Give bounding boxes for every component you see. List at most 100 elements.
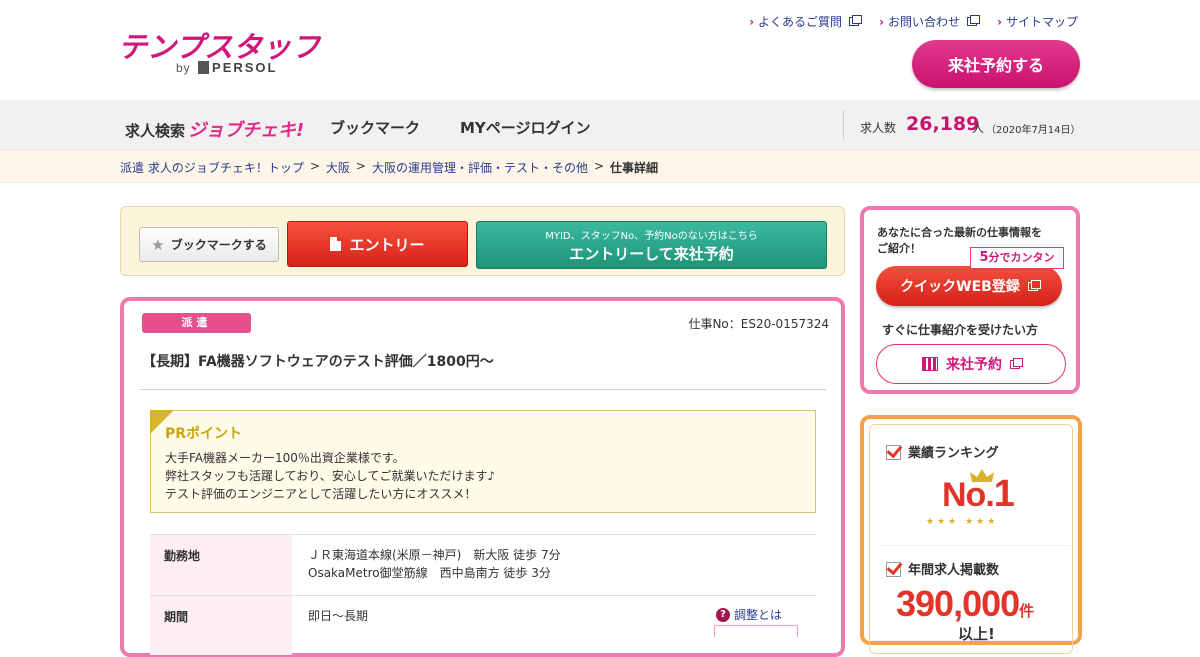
five-minutes-tag: 5分でカンタン <box>970 247 1064 269</box>
row-value-location: ＪＲ東海道本線(米原－神戸) 新大阪 徒歩 7分 OsakaMetro御堂筋線 … <box>292 535 816 595</box>
job-type-badge: 派遣 <box>142 313 251 333</box>
jobcheck-logo: ジョブチェキ! <box>188 120 305 141</box>
bookmark-button[interactable]: ★ ブックマークする <box>139 227 279 262</box>
listing-heading-label: 年間求人掲載数 <box>908 563 1000 578</box>
listing-count: 390,000件 <box>896 583 1034 625</box>
persol-logo: by PERSOL <box>176 60 278 75</box>
location-line: ＪＲ東海道本線(米原－神戸) 新大阪 徒歩 7分 <box>308 548 561 562</box>
chevron-right-icon: › <box>997 14 1002 29</box>
stars-decoration: ★★★ ★★★ <box>926 517 999 527</box>
listing-unit: 件 <box>1019 603 1034 620</box>
visit-reserve-button[interactable]: 来社予約する <box>912 40 1080 88</box>
job-count-unit: 人 <box>972 121 985 135</box>
logo-brand: PERSOL <box>212 60 278 75</box>
quick-register-label: クイックWEB登録 <box>900 279 1020 295</box>
adjust-box <box>714 625 798 637</box>
row-label-location: 勤務地 <box>150 535 292 595</box>
entry-button[interactable]: エントリー <box>287 221 468 267</box>
rank-no-prefix: No. <box>942 476 995 514</box>
chevron-right-icon: › <box>749 14 755 29</box>
contact-label: お問い合わせ <box>888 15 961 29</box>
job-count-date: （2020年7月14日） <box>986 125 1081 136</box>
table-row: 勤務地 ＪＲ東海道本線(米原－神戸) 新大阪 徒歩 7分 OsakaMetro御… <box>150 534 816 595</box>
ranking-heading-label: 業績ランキング <box>908 446 999 461</box>
breadcrumb-top[interactable]: 派遣 求人のジョブチェキ！トップ <box>120 159 304 176</box>
breadcrumb-separator: > <box>593 159 605 173</box>
visit-reserve-side-label: 来社予約 <box>946 357 1002 373</box>
building-icon <box>922 357 938 371</box>
nav-divider <box>843 110 844 140</box>
chevron-right-icon: › <box>879 14 885 29</box>
entry-reserve-sublabel: MYID、スタッフNo、予約Noのない方はこちら <box>545 231 758 242</box>
faq-label: よくあるご質問 <box>758 15 843 29</box>
ranking-no1: No.1 <box>942 473 1015 516</box>
persol-mark-icon <box>198 61 210 74</box>
breadcrumb: 派遣 求人のジョブチェキ！トップ > 大阪 > 大阪の運用管理・評価・テスト・そ… <box>0 150 1200 183</box>
listing-value: 390,000 <box>896 583 1020 624</box>
breadcrumb-category[interactable]: 大阪の運用管理・評価・テスト・その他 <box>372 159 588 176</box>
ranking-inner: 業績ランキング No.1 ★★★ ★★★ 年間求人掲載数 390,000件 以上… <box>869 424 1073 654</box>
site-header: テンプスタッフ by PERSOL › よくあるご質問 › お問い合わせ › サイトマ… <box>0 0 1200 100</box>
external-window-icon <box>1027 279 1041 291</box>
faq-link[interactable]: › よくあるご質問 <box>749 13 863 30</box>
nav-mypage-login[interactable]: MYページログイン <box>460 117 591 138</box>
quick-register-panel: あなたに合った最新の仕事情報を ご紹介！ クイックWEB登録 5分でカンタン すぐ… <box>860 206 1080 394</box>
ranking-divider <box>880 545 1070 546</box>
tag-text: 分でカンタン <box>988 251 1055 264</box>
contact-link[interactable]: › お問い合わせ <box>879 13 981 30</box>
breadcrumb-osaka[interactable]: 大阪 <box>326 159 350 176</box>
pr-line: 大手FA機器メーカー100％出資企業様です。 <box>165 451 405 465</box>
title-divider <box>140 389 826 390</box>
check-icon <box>886 445 901 460</box>
adjust-label: 調整とは <box>733 608 782 622</box>
breadcrumb-current: 仕事詳細 <box>610 161 659 175</box>
check-icon <box>886 562 901 577</box>
pr-line: 弊社スタッフも活躍しており、安心してご就業いただけます♪ <box>165 469 496 483</box>
nav-bookmark[interactable]: ブックマーク <box>330 117 420 138</box>
top-links: › よくあるご質問 › お問い合わせ › サイトマップ <box>749 13 1078 30</box>
quick-web-register-button[interactable]: クイックWEB登録 <box>876 266 1062 306</box>
external-window-icon <box>967 15 981 26</box>
external-window-icon <box>1010 357 1023 369</box>
breadcrumb-separator: > <box>355 159 366 173</box>
table-row: 期間 即日～長期 ? 調整とは <box>150 595 816 655</box>
entry-reserve-label: エントリーして来社予約 <box>569 245 734 263</box>
breadcrumb-separator: > <box>309 159 320 173</box>
pr-line: テスト評価のエンジニアとして活躍したい方にオススメ！ <box>165 487 477 501</box>
adjust-help-link[interactable]: ? 調整とは <box>715 606 782 623</box>
logo-by: by <box>176 61 191 75</box>
job-count-value: 26,189 <box>906 113 980 135</box>
row-label-period: 期間 <box>150 596 292 655</box>
action-bar: ★ ブックマークする エントリー MYID、スタッフNo、予約Noのない方はこちら… <box>120 206 845 276</box>
global-nav: 求人検索 ジョブチェキ! ブックマーク MYページログイン 求人数 26,189 … <box>0 100 1200 150</box>
bookmark-button-label: ブックマークする <box>170 238 267 252</box>
location-line: OsakaMetro御堂筋線 西中島南方 徒歩 3分 <box>308 566 551 580</box>
promo-line: あなたに合った最新の仕事情報を <box>877 226 1042 239</box>
external-window-icon <box>849 15 863 26</box>
nav-job-search[interactable]: 求人検索 ジョブチェキ! <box>125 116 304 142</box>
job-title: 【長期】FA機器ソフトウェアのテスト評価／1800円～ <box>142 354 494 370</box>
pr-title: PRポイント <box>165 426 243 442</box>
receive-text: すぐに仕事紹介を受けたい方 <box>882 323 1039 337</box>
visit-reserve-side-button[interactable]: 来社予約 <box>876 344 1066 384</box>
ranking-panel: 業績ランキング No.1 ★★★ ★★★ 年間求人掲載数 390,000件 以上… <box>860 415 1082 654</box>
job-info-table: 勤務地 ＪＲ東海道本線(米原－神戸) 新大阪 徒歩 7分 OsakaMetro御… <box>150 534 816 655</box>
pr-text: 大手FA機器メーカー100％出資企業様です。 弊社スタッフも活躍しており、安心し… <box>165 449 495 503</box>
listing-heading: 年間求人掲載数 <box>886 559 999 578</box>
sitemap-label: サイトマップ <box>1005 15 1078 29</box>
job-count-label: 求人数 <box>860 121 897 135</box>
star-icon: ★ <box>151 235 165 254</box>
ranking-heading: 業績ランキング <box>886 442 999 461</box>
document-icon <box>330 237 342 251</box>
tag-number: 5 <box>979 250 989 265</box>
nav-search-label: 求人検索 <box>125 122 186 140</box>
rank-value: 1 <box>993 473 1015 515</box>
pr-point-box: PRポイント 大手FA機器メーカー100％出資企業様です。 弊社スタッフも活躍し… <box>150 410 816 513</box>
entry-button-label: エントリー <box>349 235 425 254</box>
question-icon: ? <box>715 607 730 622</box>
listing-suffix: 以上! <box>958 625 995 643</box>
job-detail-card: 派遣 仕事No：ES20-0157324 【長期】FA機器ソフトウェアのテスト評… <box>120 297 845 657</box>
job-number: 仕事No：ES20-0157324 <box>688 317 829 331</box>
entry-and-reserve-button[interactable]: MYID、スタッフNo、予約Noのない方はこちら エントリーして来社予約 <box>476 221 827 269</box>
sitemap-link[interactable]: › サイトマップ <box>997 13 1078 30</box>
